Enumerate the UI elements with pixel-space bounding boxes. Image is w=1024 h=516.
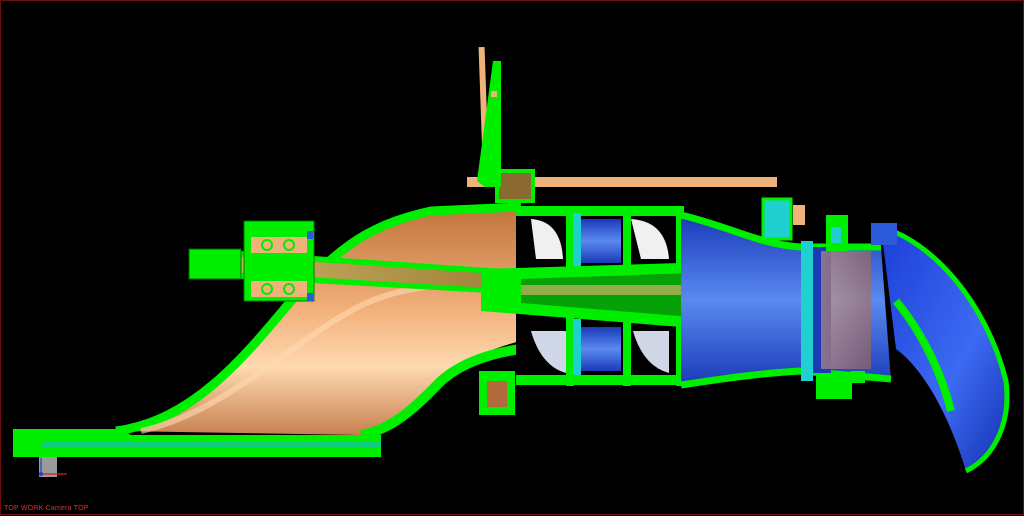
intake-duct (115, 202, 522, 440)
bearing-housing (243, 220, 315, 302)
status-bar-text: TOP WORK Camera TOP (4, 505, 89, 512)
cad-viewport[interactable]: TOP WORK Camera TOP (0, 0, 1024, 515)
axis-triad-icon (37, 456, 77, 486)
waterjet-section-drawing[interactable] (1, 1, 1024, 516)
steering-nozzle (871, 223, 1010, 474)
